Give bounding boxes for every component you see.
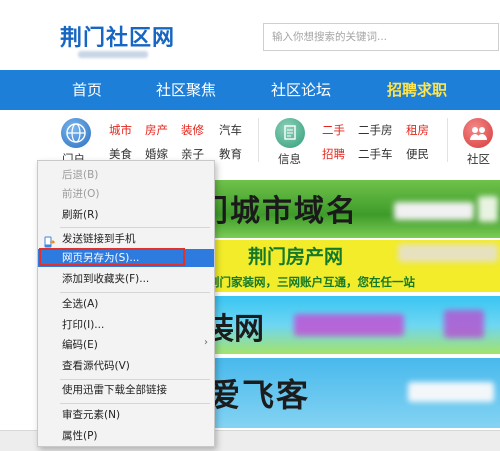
- cat-secondhand[interactable]: 二手: [322, 122, 345, 138]
- divider: [447, 118, 448, 162]
- banner-flyer[interactable]: 爱飞客: [198, 358, 500, 428]
- category-info-label[interactable]: 信息: [278, 151, 301, 167]
- menu-separator: [60, 403, 210, 404]
- banner-city-domain-text: 门城市域名: [198, 194, 358, 229]
- nav-jobs[interactable]: 招聘求职: [387, 70, 447, 110]
- divider: [258, 118, 259, 162]
- site-logo[interactable]: 荆门社区网: [60, 20, 175, 52]
- banner-realestate[interactable]: 荆门房产网 荆门家装网，三网账户互通，您在任一站: [198, 240, 500, 292]
- banner-realestate-title: 荆门房产网: [248, 246, 344, 268]
- menu-select-all[interactable]: 全选(A): [62, 296, 98, 312]
- cat-realestate[interactable]: 房产: [145, 122, 168, 138]
- menu-inspect-element[interactable]: 审查元素(N): [62, 407, 120, 423]
- menu-back[interactable]: 后退(B): [62, 167, 98, 183]
- main-nav: 首页 社区聚焦 社区论坛 招聘求职: [0, 70, 500, 110]
- globe-icon: [61, 118, 91, 148]
- menu-add-favorite[interactable]: 添加到收藏夹(F)...: [62, 271, 149, 287]
- cat-city[interactable]: 城市: [109, 122, 132, 138]
- logo-subtitle-blurred: [78, 51, 148, 58]
- banner-realestate-subtitle: 荆门家装网，三网账户互通，您在任一站: [208, 275, 415, 289]
- banner-city-domain[interactable]: 门城市域名: [198, 180, 500, 238]
- blurred-text: [394, 202, 474, 220]
- blurred-text: [398, 244, 498, 262]
- menu-encoding[interactable]: 编码(E): [62, 337, 98, 353]
- chevron-right-icon: ›: [204, 337, 208, 348]
- blurred-text: [408, 382, 494, 402]
- menu-properties[interactable]: 属性(P): [62, 428, 98, 444]
- menu-print[interactable]: 打印(I)...: [62, 317, 104, 333]
- cat-rent[interactable]: 租房: [406, 122, 429, 138]
- info-document-icon: [275, 118, 305, 148]
- banner-flyer-text: 爱飞客: [208, 376, 311, 414]
- menu-separator: [60, 227, 210, 228]
- menu-forward[interactable]: 前进(O): [62, 186, 99, 202]
- blurred-text: [478, 196, 498, 222]
- nav-community-forum[interactable]: 社区论坛: [271, 70, 331, 110]
- blurred-text: [444, 310, 484, 338]
- menu-separator: [60, 379, 210, 380]
- phone-send-icon: [44, 233, 56, 248]
- annotation-red-box: [39, 248, 185, 266]
- search-box[interactable]: [263, 23, 499, 51]
- community-people-icon: [463, 118, 493, 148]
- cat-recruit[interactable]: 招聘: [322, 146, 345, 162]
- menu-download-all-links[interactable]: 使用迅雷下载全部链接: [62, 382, 167, 398]
- cat-decoration[interactable]: 装修: [181, 122, 204, 138]
- cat-convenience[interactable]: 便民: [406, 146, 429, 162]
- nav-home[interactable]: 首页: [72, 70, 102, 110]
- menu-separator: [60, 292, 210, 293]
- menu-view-source[interactable]: 查看源代码(V): [62, 358, 130, 374]
- banner-decoration[interactable]: 装网: [198, 296, 500, 354]
- cat-car[interactable]: 汽车: [219, 122, 242, 138]
- cat-education[interactable]: 教育: [219, 146, 242, 162]
- cat-used-car[interactable]: 二手车: [358, 146, 393, 162]
- menu-send-to-phone[interactable]: 发送链接到手机: [62, 231, 136, 247]
- menu-refresh[interactable]: 刷新(R): [62, 207, 99, 223]
- context-menu: 后退(B) 前进(O) 刷新(R) 发送链接到手机 网页另存为(S)... 添加…: [37, 160, 215, 447]
- cat-secondhand-house[interactable]: 二手房: [358, 122, 393, 138]
- category-community-label[interactable]: 社区: [467, 151, 490, 167]
- search-input[interactable]: [264, 24, 498, 50]
- nav-community-focus[interactable]: 社区聚焦: [156, 70, 216, 110]
- blurred-text: [294, 314, 404, 336]
